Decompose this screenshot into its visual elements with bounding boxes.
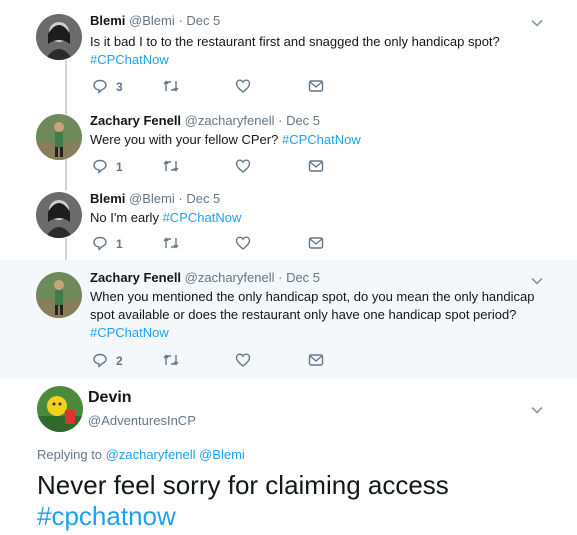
- author-name[interactable]: Devin: [88, 389, 132, 407]
- chevron-down-icon[interactable]: [530, 16, 544, 30]
- reply-button[interactable]: 2: [92, 352, 123, 370]
- chevron-down-icon[interactable]: [530, 274, 544, 288]
- author-handle[interactable]: @AdventuresInCP: [88, 413, 196, 428]
- author-handle[interactable]: @zacharyfenell: [185, 270, 275, 285]
- like-button[interactable]: [235, 158, 251, 176]
- hashtag-link[interactable]: #CPChatNow: [282, 132, 361, 147]
- tweet-date[interactable]: Dec 5: [186, 13, 220, 28]
- tweet-date[interactable]: Dec 5: [286, 113, 320, 128]
- main-tweet-text: Never feel sorry for claiming access #cp…: [37, 470, 449, 532]
- direct-message-button[interactable]: [308, 158, 324, 176]
- hashtag-link[interactable]: #cpchatnow: [37, 501, 176, 531]
- avatar[interactable]: [36, 192, 82, 238]
- like-icon: [235, 236, 251, 250]
- reply-button[interactable]: 3: [92, 78, 123, 96]
- avatar[interactable]: [37, 386, 83, 432]
- author-name[interactable]: Zachary Fenell: [90, 113, 181, 128]
- tweet-text: Never feel sorry for claiming access: [37, 470, 449, 500]
- like-button[interactable]: [235, 235, 251, 253]
- tweet-text: No I'm early: [90, 210, 159, 225]
- retweet-button[interactable]: [162, 352, 180, 370]
- tweet-date[interactable]: Dec 5: [186, 191, 220, 206]
- separator-dot: ·: [178, 13, 183, 28]
- direct-message-icon: [308, 80, 324, 92]
- chevron-down-icon[interactable]: [530, 403, 544, 417]
- like-icon: [235, 353, 251, 367]
- direct-message-button[interactable]: [308, 352, 324, 370]
- mention-link[interactable]: @Blemi: [199, 447, 245, 462]
- reply-icon: [93, 353, 107, 368]
- tweet-text-line: When you mentioned the only handicap spo…: [90, 289, 535, 304]
- avatar[interactable]: [36, 14, 82, 60]
- tweet-text: Is it bad I to to the restaurant first a…: [90, 34, 500, 49]
- reply-button[interactable]: 1: [92, 158, 123, 176]
- like-icon: [235, 79, 251, 93]
- retweet-button[interactable]: [162, 78, 180, 96]
- avatar[interactable]: [36, 114, 82, 160]
- tweet-text-line: spot available or does the restaurant on…: [90, 307, 517, 322]
- replying-to-label: Replying to: [37, 447, 103, 462]
- direct-message-button[interactable]: [308, 235, 324, 253]
- author-handle[interactable]: @Blemi: [129, 191, 175, 206]
- author-name[interactable]: Blemi: [90, 13, 125, 28]
- reply-icon: [93, 236, 107, 251]
- thread-tweet[interactable]: Zachary Fenell @zacharyfenell · Dec 5 We…: [0, 100, 577, 180]
- reply-icon: [93, 79, 107, 94]
- hashtag-link[interactable]: #CPChatNow: [90, 52, 169, 67]
- retweet-icon: [163, 237, 179, 249]
- like-button[interactable]: [235, 352, 251, 370]
- thread-tweet[interactable]: Blemi @Blemi · Dec 5 No I'm early #CPCha…: [0, 180, 577, 260]
- author-name[interactable]: Blemi: [90, 191, 125, 206]
- avatar[interactable]: [36, 272, 82, 318]
- thread-tweet[interactable]: Blemi @Blemi · Dec 5 Is it bad I to to t…: [0, 0, 577, 100]
- reply-count: 1: [116, 237, 123, 251]
- replying-to: Replying to @zacharyfenell @Blemi: [37, 447, 245, 462]
- retweet-icon: [163, 160, 179, 172]
- tweet-date[interactable]: Dec 5: [286, 270, 320, 285]
- like-icon: [235, 159, 251, 173]
- author-handle[interactable]: @Blemi: [129, 13, 175, 28]
- separator-dot: ·: [178, 191, 183, 206]
- separator-dot: ·: [278, 270, 283, 285]
- thread-tweet[interactable]: Zachary Fenell @zacharyfenell · Dec 5 Wh…: [0, 260, 577, 378]
- reply-count: 1: [116, 160, 123, 174]
- direct-message-button[interactable]: [308, 78, 324, 96]
- hashtag-link[interactable]: #CPChatNow: [163, 210, 242, 225]
- separator-dot: ·: [278, 113, 283, 128]
- author-name[interactable]: Zachary Fenell: [90, 270, 181, 285]
- retweet-icon: [163, 80, 179, 92]
- reply-icon: [93, 159, 107, 174]
- reply-count: 2: [116, 354, 123, 368]
- reply-count: 3: [116, 80, 123, 94]
- reply-button[interactable]: 1: [92, 235, 123, 253]
- retweet-button[interactable]: [162, 158, 180, 176]
- author-handle[interactable]: @zacharyfenell: [185, 113, 275, 128]
- direct-message-icon: [308, 237, 324, 249]
- retweet-button[interactable]: [162, 235, 180, 253]
- retweet-icon: [163, 354, 179, 366]
- mention-link[interactable]: @zacharyfenell: [106, 447, 196, 462]
- like-button[interactable]: [235, 78, 251, 96]
- direct-message-icon: [308, 354, 324, 366]
- direct-message-icon: [308, 160, 324, 172]
- tweet-text: Were you with your fellow CPer?: [90, 132, 279, 147]
- hashtag-link[interactable]: #CPChatNow: [90, 325, 169, 340]
